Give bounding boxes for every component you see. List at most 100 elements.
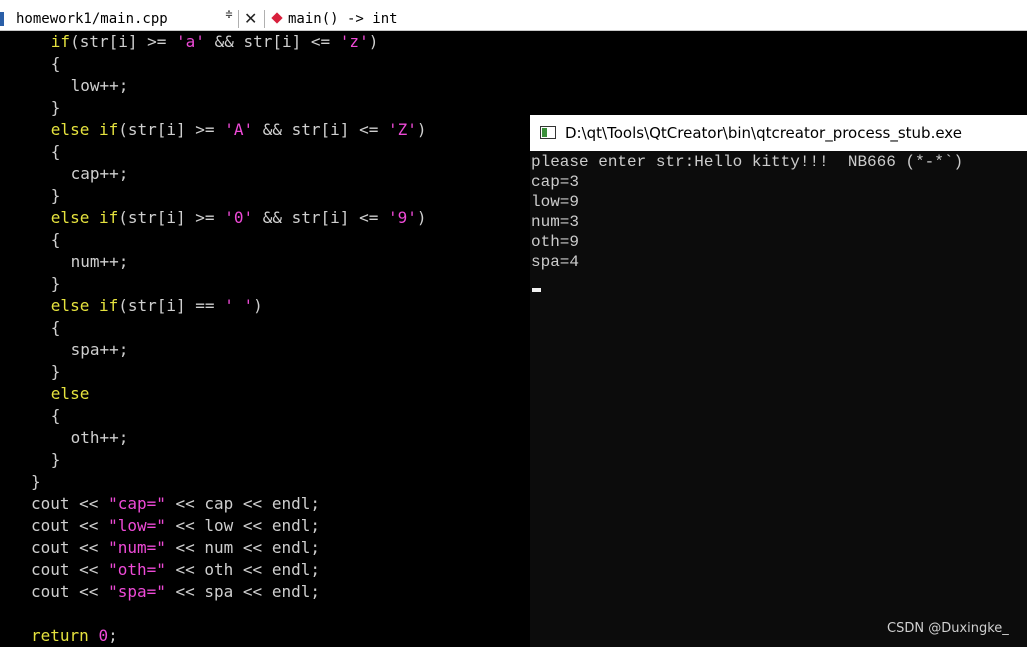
code-token: && str[i] <= bbox=[253, 120, 388, 139]
code-token: '9' bbox=[387, 208, 417, 227]
function-icon bbox=[271, 12, 283, 24]
code-token: cout << bbox=[31, 538, 109, 557]
code-token: << spa << endl; bbox=[165, 582, 320, 601]
code-token: } bbox=[50, 186, 61, 205]
editor-toolbar: homework1/main.cpp ≑ ✕ main() -> int bbox=[0, 8, 1027, 31]
code-line[interactable]: { bbox=[51, 405, 61, 427]
code-line[interactable]: oth++; bbox=[71, 427, 129, 449]
code-line[interactable]: num++; bbox=[71, 251, 129, 273]
code-line[interactable]: } bbox=[51, 97, 61, 119]
code-token: { bbox=[50, 318, 61, 337]
code-token: ) bbox=[416, 120, 427, 139]
close-document-button[interactable]: ✕ bbox=[244, 9, 257, 28]
code-token: << oth << endl; bbox=[165, 560, 320, 579]
code-token: else bbox=[50, 384, 90, 403]
file-selector[interactable]: homework1/main.cpp bbox=[16, 11, 168, 27]
code-line[interactable]: else bbox=[51, 383, 90, 405]
code-token: else if bbox=[50, 296, 119, 315]
code-token: } bbox=[31, 472, 41, 491]
code-line[interactable]: } bbox=[31, 471, 41, 493]
code-token: 'Z' bbox=[387, 120, 417, 139]
code-token: ; bbox=[108, 626, 118, 645]
code-token: } bbox=[50, 362, 61, 381]
toolbar-divider bbox=[238, 10, 239, 28]
code-token: cap++; bbox=[70, 164, 129, 183]
code-line[interactable]: { bbox=[51, 317, 61, 339]
code-token: && str[i] <= bbox=[253, 208, 388, 227]
code-line[interactable]: } bbox=[51, 185, 61, 207]
code-token: (str[i] >= bbox=[70, 32, 177, 51]
code-token: { bbox=[50, 230, 61, 249]
code-token: { bbox=[50, 406, 61, 425]
code-line[interactable]: if(str[i] >= 'a' && str[i] <= 'z') bbox=[51, 31, 379, 53]
code-token: '0' bbox=[224, 208, 254, 227]
code-line[interactable]: { bbox=[51, 141, 61, 163]
code-line[interactable]: cout << "cap=" << cap << endl; bbox=[31, 493, 320, 515]
code-token: low++; bbox=[70, 76, 129, 95]
console-line: spa=4 bbox=[531, 253, 580, 271]
code-token: << num << endl; bbox=[165, 538, 320, 557]
code-line[interactable]: cout << "spa=" << spa << endl; bbox=[31, 581, 320, 603]
code-line[interactable]: } bbox=[51, 361, 61, 383]
code-token: num++; bbox=[70, 252, 129, 271]
code-token: ) bbox=[368, 32, 379, 51]
code-token: "spa=" bbox=[108, 582, 166, 601]
code-token: << low << endl; bbox=[165, 516, 320, 535]
console-line: please enter str:Hello kitty!!! NB666 (*… bbox=[531, 153, 964, 171]
code-token: ) bbox=[253, 296, 263, 315]
console-title: D:\qt\Tools\QtCreator\bin\qtcreator_proc… bbox=[565, 124, 962, 142]
console-output[interactable]: please enter str:Hello kitty!!! NB666 (*… bbox=[530, 152, 1027, 647]
code-token: && str[i] <= bbox=[204, 32, 340, 51]
code-line[interactable]: return 0; bbox=[31, 625, 118, 647]
console-line: low=9 bbox=[531, 193, 580, 211]
code-token: { bbox=[50, 54, 61, 73]
code-token: (str[i] == bbox=[118, 296, 225, 315]
code-token: ) bbox=[416, 208, 427, 227]
code-token: { bbox=[50, 142, 61, 161]
code-token: 'a' bbox=[176, 32, 205, 51]
code-line[interactable]: cap++; bbox=[71, 163, 129, 185]
console-titlebar[interactable]: D:\qt\Tools\QtCreator\bin\qtcreator_proc… bbox=[530, 115, 1027, 151]
code-token: cout << bbox=[31, 516, 109, 535]
code-token: (str[i] >= bbox=[118, 120, 225, 139]
code-token: 'z' bbox=[339, 32, 369, 51]
code-line[interactable]: else if(str[i] >= 'A' && str[i] <= 'Z') bbox=[51, 119, 427, 141]
code-line[interactable]: else if(str[i] == ' ') bbox=[51, 295, 263, 317]
code-line[interactable]: { bbox=[51, 229, 61, 251]
code-line[interactable]: spa++; bbox=[71, 339, 129, 361]
code-line[interactable]: cout << "low=" << low << endl; bbox=[31, 515, 320, 537]
code-token: spa++; bbox=[70, 340, 129, 359]
console-app-icon bbox=[540, 126, 556, 139]
code-token: 'A' bbox=[224, 120, 254, 139]
code-token: (str[i] >= bbox=[118, 208, 225, 227]
file-dropdown-arrows-icon[interactable]: ≑ bbox=[224, 8, 234, 20]
code-token: else if bbox=[50, 208, 119, 227]
code-token: cout << bbox=[31, 560, 109, 579]
code-line[interactable]: cout << "num=" << num << endl; bbox=[31, 537, 320, 559]
document-icon bbox=[0, 12, 4, 26]
function-selector[interactable]: main() -> int bbox=[288, 11, 398, 27]
code-token: } bbox=[50, 274, 61, 293]
console-window[interactable]: D:\qt\Tools\QtCreator\bin\qtcreator_proc… bbox=[530, 115, 1027, 647]
code-token: cout << bbox=[31, 494, 109, 513]
code-line[interactable]: low++; bbox=[71, 75, 129, 97]
code-token: oth++; bbox=[70, 428, 129, 447]
top-strip bbox=[0, 0, 1027, 8]
code-token: } bbox=[50, 98, 61, 117]
code-token: "low=" bbox=[108, 516, 166, 535]
console-line: num=3 bbox=[531, 213, 580, 231]
code-token: else if bbox=[50, 120, 119, 139]
code-line[interactable]: { bbox=[51, 53, 61, 75]
code-token: } bbox=[50, 450, 61, 469]
console-line: cap=3 bbox=[531, 173, 580, 191]
watermark: CSDN @Duxingke_ bbox=[887, 621, 1009, 636]
code-token: if bbox=[50, 32, 71, 51]
code-token: cout << bbox=[31, 582, 109, 601]
code-line[interactable]: } bbox=[51, 273, 61, 295]
text-cursor bbox=[532, 288, 541, 292]
code-line[interactable]: cout << "oth=" << oth << endl; bbox=[31, 559, 320, 581]
code-line[interactable]: } bbox=[51, 449, 61, 471]
code-line[interactable]: else if(str[i] >= '0' && str[i] <= '9') bbox=[51, 207, 427, 229]
code-token: 0 bbox=[98, 626, 109, 645]
